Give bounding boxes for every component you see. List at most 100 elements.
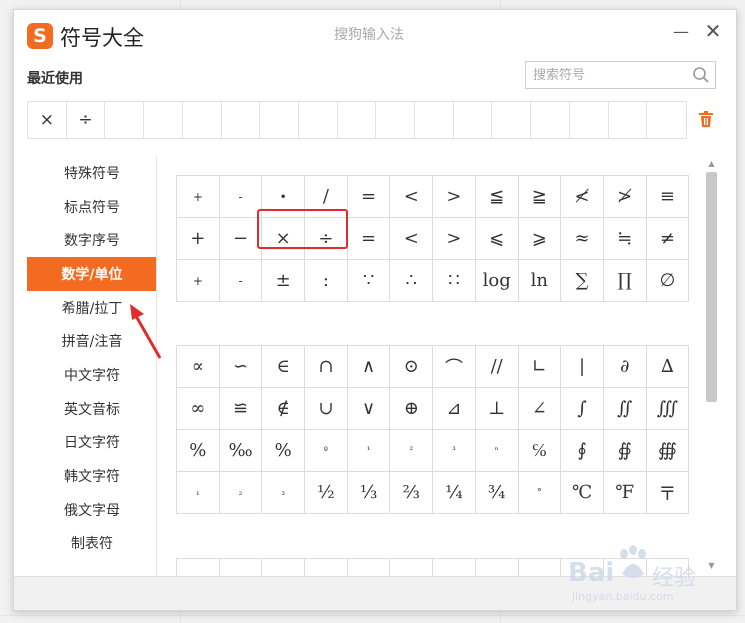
symbol-cell[interactable]: < [390, 176, 434, 218]
recent-symbol-cell[interactable]: × [28, 102, 67, 138]
symbol-cell[interactable]: ° [518, 472, 562, 514]
symbol-cell[interactable]: ∆ [646, 346, 690, 388]
symbol-cell[interactable]: ⅔ [390, 472, 434, 514]
title-bar[interactable]: S 符号大全 搜狗输入法 — ✕ [14, 10, 736, 62]
symbol-cell[interactable]: ∧ [347, 346, 391, 388]
symbol-cell[interactable]: ⩽ [475, 218, 519, 260]
symbol-cell[interactable]: ≦ [475, 176, 519, 218]
symbol-cell[interactable]: ⩾ [518, 218, 562, 260]
symbol-cell[interactable]: ¼ [433, 472, 476, 514]
symbol-cell[interactable] [262, 559, 306, 576]
symbol-cell[interactable]: ∅ [646, 260, 690, 302]
symbol-cell[interactable]: ⅓ [347, 472, 391, 514]
symbol-cell[interactable]: + [177, 176, 220, 218]
symbol-cell[interactable]: ‰ [219, 430, 263, 472]
symbol-cell[interactable]: = [347, 176, 391, 218]
symbol-cell[interactable]: log [475, 260, 519, 302]
symbol-cell[interactable]: ∯ [603, 430, 647, 472]
scrollbar[interactable]: ▲ ▼ [705, 158, 718, 570]
symbol-cell[interactable]: % [262, 430, 306, 472]
symbol-cell[interactable]: ⊿ [433, 388, 476, 430]
recent-symbol-cell[interactable]: ÷ [67, 102, 106, 138]
search-icon[interactable] [692, 66, 710, 84]
symbol-cell[interactable]: = [347, 218, 391, 260]
sidebar-item[interactable]: 拼音/注音 [27, 324, 157, 358]
symbol-cell[interactable]: ⊕ [390, 388, 434, 430]
recent-symbol-cell[interactable] [570, 102, 609, 138]
symbol-cell[interactable]: ≌ [219, 388, 263, 430]
recent-symbol-cell[interactable] [376, 102, 416, 138]
symbol-cell[interactable]: + [177, 218, 220, 260]
symbol-cell[interactable]: ∭ [646, 388, 690, 430]
recent-symbol-cell[interactable] [531, 102, 570, 138]
symbol-cell[interactable] [390, 559, 434, 576]
symbol-cell[interactable]: ⁿ [475, 430, 519, 472]
scroll-up-icon[interactable]: ▲ [706, 158, 717, 168]
sidebar-item[interactable]: 韩文字符 [27, 459, 157, 493]
symbol-cell[interactable]: ln [518, 260, 562, 302]
symbol-cell[interactable]: ∠ [518, 388, 562, 430]
symbol-cell[interactable]: + [177, 260, 220, 302]
symbol-cell[interactable]: ∟ [518, 346, 562, 388]
symbol-cell[interactable]: ÷ [305, 218, 348, 260]
symbol-cell[interactable]: ℉ [603, 472, 647, 514]
symbol-cell[interactable]: ∵ [347, 260, 391, 302]
symbol-cell[interactable]: ∽ [219, 346, 263, 388]
symbol-cell[interactable] [476, 559, 519, 576]
sidebar-item[interactable]: 俄文字母 [27, 493, 157, 527]
recent-symbol-cell[interactable] [454, 102, 493, 138]
symbol-cell[interactable]: ∂ [603, 346, 647, 388]
symbol-cell[interactable]: ≒ [603, 218, 647, 260]
symbol-cell[interactable]: ² [390, 430, 434, 472]
symbol-cell[interactable]: < [390, 218, 434, 260]
symbol-cell[interactable]: ∈ [262, 346, 306, 388]
symbol-cell[interactable]: ≧ [518, 176, 562, 218]
symbol-cell[interactable]: ℅ [518, 430, 562, 472]
symbol-cell[interactable]: ⊙ [390, 346, 434, 388]
sidebar-item[interactable]: 英文音标 [27, 392, 157, 426]
symbol-cell[interactable]: - [219, 176, 263, 218]
symbol-cell[interactable]: ₃ [262, 472, 306, 514]
recent-symbol-cell[interactable] [105, 102, 145, 138]
recent-symbol-cell[interactable] [609, 102, 648, 138]
symbol-cell[interactable] [220, 559, 263, 576]
sidebar-item[interactable]: 制表符 [27, 527, 157, 561]
symbol-cell[interactable]: º [305, 430, 348, 472]
symbol-cell[interactable]: ∫ [561, 388, 604, 430]
symbol-cell[interactable]: ∪ [305, 388, 348, 430]
sidebar-item[interactable]: 希腊/拉丁 [27, 291, 157, 325]
symbol-cell[interactable]: ≈ [561, 218, 604, 260]
symbol-cell[interactable]: ∞ [177, 388, 220, 430]
symbol-cell[interactable]: // [475, 346, 519, 388]
symbol-cell[interactable]: - [219, 260, 263, 302]
symbol-cell[interactable]: ∴ [390, 260, 434, 302]
symbol-cell[interactable]: ≮ [561, 176, 604, 218]
search-input[interactable] [526, 62, 693, 88]
symbol-cell[interactable]: > [433, 176, 476, 218]
recent-symbol-cell[interactable] [183, 102, 222, 138]
symbol-cell[interactable]: − [219, 218, 263, 260]
sidebar-item[interactable]: 中文字符 [27, 358, 157, 392]
symbol-cell[interactable]: ¾ [475, 472, 519, 514]
symbol-cell[interactable]: ∨ [347, 388, 391, 430]
symbol-cell[interactable]: ∮ [561, 430, 604, 472]
recent-symbol-cell[interactable] [647, 102, 686, 138]
search-box[interactable] [525, 61, 716, 89]
recent-symbol-cell[interactable] [338, 102, 377, 138]
symbol-cell[interactable]: ¹ [347, 430, 391, 472]
symbol-cell[interactable]: / [305, 176, 348, 218]
symbol-cell[interactable]: ∉ [262, 388, 306, 430]
recent-symbol-cell[interactable] [415, 102, 454, 138]
symbol-cell[interactable]: ± [262, 260, 306, 302]
symbol-cell[interactable]: ₂ [219, 472, 263, 514]
sidebar-item[interactable]: 日文字符 [27, 426, 157, 460]
symbol-cell[interactable] [305, 559, 348, 576]
symbol-cell[interactable] [348, 559, 391, 576]
symbol-cell[interactable] [519, 559, 562, 576]
recent-symbol-cell[interactable] [299, 102, 338, 138]
symbol-cell[interactable]: ½ [305, 472, 348, 514]
symbol-cell[interactable]: ∰ [646, 430, 690, 472]
symbol-cell[interactable]: ∷ [433, 260, 476, 302]
symbol-cell[interactable]: × [262, 218, 306, 260]
symbol-cell[interactable]: 〒 [646, 472, 690, 514]
